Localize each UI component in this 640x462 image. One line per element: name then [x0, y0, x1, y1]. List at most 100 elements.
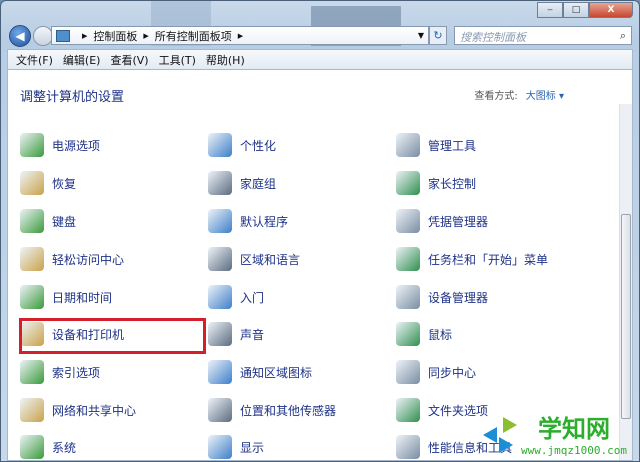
- view-by: 查看方式: 大图标 ▾: [474, 87, 564, 102]
- item-icon: [20, 360, 44, 384]
- control-panel-item[interactable]: 位置和其他传感器: [208, 395, 336, 425]
- item-icon: [20, 247, 44, 271]
- item-icon: [396, 247, 420, 271]
- chevron-right-icon[interactable]: ▶: [82, 32, 87, 40]
- item-icon: [208, 171, 232, 195]
- control-panel-item[interactable]: 入门: [208, 282, 264, 312]
- item-label: 网络和共享中心: [52, 403, 137, 418]
- item-icon: [396, 322, 420, 346]
- control-panel-item[interactable]: 同步中心: [396, 357, 476, 387]
- control-panel-item[interactable]: 家庭组: [208, 168, 276, 198]
- menu-tools[interactable]: 工具(T): [159, 52, 196, 68]
- control-panel-item[interactable]: 恢复: [20, 168, 76, 198]
- refresh-button[interactable]: ↻: [429, 26, 447, 45]
- item-label: 管理工具: [428, 138, 477, 153]
- control-panel-item[interactable]: 日期和时间: [20, 282, 112, 312]
- search-input[interactable]: 搜索控制面板 ⌕: [454, 26, 632, 45]
- item-label: 索引选项: [52, 365, 101, 380]
- item-icon: [396, 285, 420, 309]
- item-label: 轻松访问中心: [52, 252, 125, 267]
- item-label: 系统: [52, 440, 77, 455]
- item-icon: [208, 435, 232, 459]
- address-bar[interactable]: ▶ 控制面板 ▶ 所有控制面板项 ▶ ▼: [51, 26, 429, 45]
- item-icon: [396, 435, 420, 459]
- item-label: 家庭组: [240, 176, 277, 191]
- control-panel-item[interactable]: 文件夹选项: [396, 395, 488, 425]
- control-panel-item[interactable]: 默认程序: [208, 206, 288, 236]
- control-panel-item[interactable]: 索引选项: [20, 357, 100, 387]
- back-button[interactable]: ◀: [9, 25, 31, 47]
- item-label: 区域和语言: [240, 252, 301, 267]
- view-by-label: 查看方式:: [474, 91, 518, 102]
- control-panel-item[interactable]: 轻松访问中心: [20, 244, 124, 274]
- item-label: 设备管理器: [428, 290, 489, 305]
- item-label: 个性化: [240, 138, 277, 153]
- control-panel-item[interactable]: 管理工具: [396, 130, 476, 160]
- item-icon: [20, 133, 44, 157]
- breadcrumb-all-items[interactable]: 所有控制面板项: [155, 28, 232, 44]
- item-label: 恢复: [52, 176, 77, 191]
- watermark-url: www.jmqz1000.com: [521, 444, 627, 457]
- control-panel-item[interactable]: 显示: [208, 432, 264, 462]
- chevron-right-icon[interactable]: ▶: [238, 32, 243, 40]
- control-panel-item[interactable]: 鼠标: [396, 319, 452, 349]
- item-icon: [396, 398, 420, 422]
- item-label: 日期和时间: [52, 290, 113, 305]
- item-label: 鼠标: [428, 327, 453, 342]
- menu-view[interactable]: 查看(V): [110, 52, 148, 68]
- search-icon[interactable]: ⌕: [620, 29, 626, 42]
- menu-help[interactable]: 帮助(H): [206, 52, 245, 68]
- menu-file[interactable]: 文件(F): [16, 52, 53, 68]
- item-icon: [396, 209, 420, 233]
- menu-edit[interactable]: 编辑(E): [63, 52, 101, 68]
- search-placeholder: 搜索控制面板: [460, 31, 526, 44]
- item-label: 声音: [240, 327, 265, 342]
- control-panel-item[interactable]: 系统: [20, 432, 76, 462]
- page-title: 调整计算机的设置: [20, 90, 125, 105]
- item-icon: [396, 133, 420, 157]
- control-panel-item[interactable]: 个性化: [208, 130, 276, 160]
- control-panel-icon: [56, 29, 70, 42]
- control-panel-item[interactable]: 设备管理器: [396, 282, 488, 312]
- item-icon: [20, 171, 44, 195]
- item-icon: [20, 435, 44, 459]
- item-icon: [20, 398, 44, 422]
- control-panel-item[interactable]: 通知区域图标: [208, 357, 312, 387]
- window-controls: ‒ □ X: [537, 2, 633, 18]
- item-label: 文件夹选项: [428, 403, 489, 418]
- breadcrumb-control-panel[interactable]: 控制面板: [93, 28, 137, 44]
- scrollbar[interactable]: [619, 104, 632, 460]
- item-icon: [396, 171, 420, 195]
- forward-button[interactable]: [33, 26, 53, 46]
- item-label: 凭据管理器: [428, 214, 489, 229]
- control-panel-item[interactable]: 网络和共享中心: [20, 395, 136, 425]
- item-icon: [208, 285, 232, 309]
- control-panel-item[interactable]: 区域和语言: [208, 244, 300, 274]
- control-panel-item[interactable]: 电源选项: [20, 130, 100, 160]
- view-by-dropdown[interactable]: 大图标 ▾: [526, 91, 564, 102]
- item-label: 同步中心: [428, 365, 477, 380]
- close-button[interactable]: X: [589, 2, 633, 18]
- watermark: 学知网 www.jmqz1000.com: [521, 409, 627, 457]
- chevron-right-icon[interactable]: ▶: [143, 32, 148, 40]
- minimize-button[interactable]: ‒: [537, 2, 563, 18]
- watermark-logo-icon: [483, 417, 517, 453]
- item-label: 显示: [240, 440, 265, 455]
- control-panel-item[interactable]: 任务栏和「开始」菜单: [396, 244, 548, 274]
- window-frame: ‒ □ X ◀ ▼ ▶ 控制面板 ▶ 所有控制面板项 ▶ ▼ ↻ 搜索控制面板 …: [0, 0, 640, 462]
- control-panel-item[interactable]: 声音: [208, 319, 264, 349]
- item-icon: [20, 285, 44, 309]
- item-label: 入门: [240, 290, 265, 305]
- menu-bar: 文件(F) 编辑(E) 查看(V) 工具(T) 帮助(H): [7, 49, 633, 69]
- item-icon: [208, 133, 232, 157]
- control-panel-item[interactable]: 家长控制: [396, 168, 476, 198]
- item-icon: [208, 247, 232, 271]
- maximize-button[interactable]: □: [563, 2, 589, 18]
- item-label: 位置和其他传感器: [240, 403, 337, 418]
- selection-highlight: [19, 318, 206, 354]
- address-dropdown-icon[interactable]: ▼: [418, 31, 424, 40]
- item-label: 任务栏和「开始」菜单: [428, 252, 549, 267]
- control-panel-item[interactable]: 凭据管理器: [396, 206, 488, 236]
- control-panel-item[interactable]: 键盘: [20, 206, 76, 236]
- scrollbar-thumb[interactable]: [621, 214, 631, 419]
